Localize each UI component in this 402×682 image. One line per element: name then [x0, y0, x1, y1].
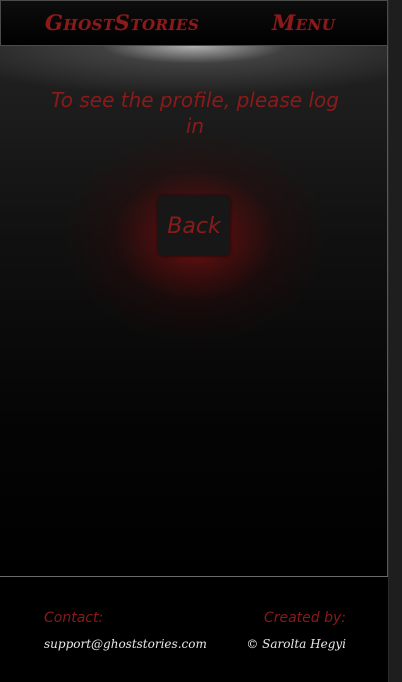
site-footer: Contact: support@ghoststories.com Create… [0, 576, 388, 682]
author-credit: © Sarolta Hegyi [246, 637, 346, 651]
brand-logo-link[interactable]: GhostStories [45, 10, 199, 35]
contact-label: Contact: [44, 610, 104, 626]
main-content: To see the profile, please log in Back [0, 46, 387, 576]
back-button[interactable]: Back [158, 196, 230, 256]
site-header: GhostStories Menu [0, 0, 388, 46]
page-frame: GhostStories Menu To see the profile, pl… [0, 0, 388, 682]
scrollbar[interactable] [388, 0, 402, 682]
contact-email-link[interactable]: support@ghoststories.com [44, 637, 207, 651]
created-by-label: Created by: [263, 610, 346, 626]
menu-button[interactable]: Menu [272, 10, 335, 35]
